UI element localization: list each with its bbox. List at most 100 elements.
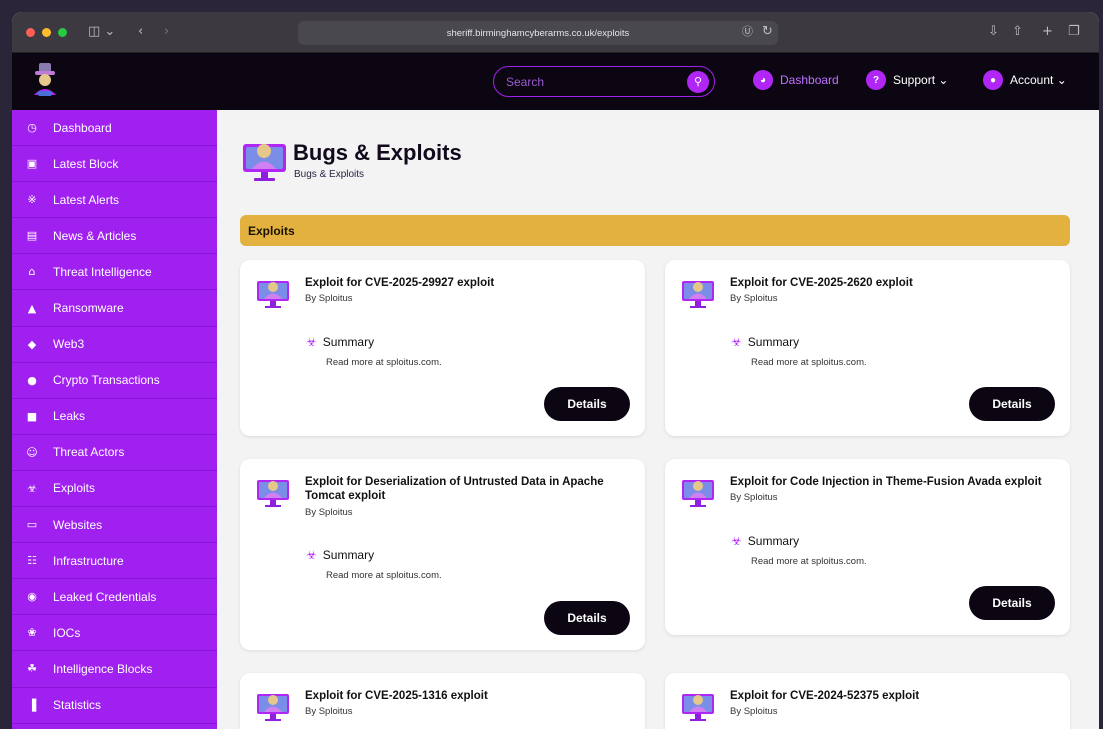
sidebar-item-label: Ransomware bbox=[53, 301, 124, 316]
sidebar-item-leaked-credentials[interactable]: ◉ Leaked Credentials bbox=[12, 579, 217, 616]
summary-text: Read more at sploitus.com. bbox=[326, 570, 442, 581]
sidebar-item-ransomware[interactable]: ▲ Ransomware bbox=[12, 290, 217, 327]
url-text: sheriff.birminghamcyberarms.co.uk/exploi… bbox=[446, 27, 630, 39]
sidebar-item-intelligence-blocks[interactable]: ☘ Intelligence Blocks bbox=[12, 651, 217, 688]
nav-dashboard-label: Dashboard bbox=[780, 73, 839, 87]
sidebar-item-label: Threat Intelligence bbox=[53, 264, 152, 279]
sidebar-item-threat-intelligence[interactable]: ⌂ Threat Intelligence bbox=[12, 254, 217, 291]
sidebar-icon: ☷ bbox=[27, 554, 37, 568]
sidebar-item-exploits[interactable]: ☣ Exploits bbox=[12, 471, 217, 508]
sidebar-icon: ▲ bbox=[27, 301, 37, 315]
help-icon: ? bbox=[866, 70, 886, 90]
sidebar-item-websites[interactable]: ▭ Websites bbox=[12, 507, 217, 544]
exploit-card-title[interactable]: Exploit for Deserialization of Untrusted… bbox=[305, 475, 630, 503]
search-input[interactable]: Search bbox=[506, 75, 687, 89]
sidebar-item-dashboard[interactable]: ◷ Dashboard bbox=[12, 110, 217, 147]
sidebar-item-label: Websites bbox=[53, 517, 103, 532]
sidebar-item-web3[interactable]: ◆ Web3 bbox=[12, 327, 217, 363]
app-header: Search ⚲ ◕ Dashboard ? Support ⌄ ● Accou… bbox=[12, 53, 1099, 110]
nav-account[interactable]: ● Account ⌄ bbox=[983, 70, 1067, 90]
details-button[interactable]: Details bbox=[969, 387, 1055, 421]
search-bar[interactable]: Search ⚲ bbox=[493, 66, 715, 97]
sidebar-item-label: Crypto Transactions bbox=[53, 373, 160, 388]
sidebar-icon: ※ bbox=[27, 193, 37, 207]
sidebar-item-news-articles[interactable]: ▤ News & Articles bbox=[12, 218, 217, 255]
sidebar-item-crypto-transactions[interactable]: ● Crypto Transactions bbox=[12, 363, 217, 399]
summary-label: Summary bbox=[322, 335, 375, 349]
window-controls bbox=[26, 27, 67, 37]
close-window-button[interactable] bbox=[26, 27, 35, 37]
exploit-card-title[interactable]: Exploit for CVE-2025-29927 exploit bbox=[305, 276, 630, 290]
details-button[interactable]: Details bbox=[969, 586, 1055, 620]
page-monitor-icon bbox=[243, 144, 286, 181]
exploit-card[interactable]: Exploit for CVE-2024-52375 exploit By Spl… bbox=[665, 673, 1070, 729]
sidebar-item-label: Leaks bbox=[53, 409, 86, 424]
summary-heading: ☣ Summary bbox=[731, 335, 799, 349]
exploit-card[interactable]: Exploit for CVE-2025-1316 exploit By Splo… bbox=[240, 673, 645, 729]
sidebar: ◷ Dashboard ▣ Latest Block ※ Latest Alerts ▤ Ne… bbox=[12, 110, 217, 729]
main-content: Bugs & Exploits Bugs & Exploits Exploits… bbox=[217, 110, 1099, 729]
nav-support[interactable]: ? Support ⌄ bbox=[866, 70, 948, 90]
biohazard-icon: ☣ bbox=[731, 534, 742, 548]
new-tab-icon[interactable]: + bbox=[1042, 24, 1053, 40]
breadcrumb[interactable]: Bugs & Exploits bbox=[294, 169, 364, 180]
exploit-card-title[interactable]: Exploit for CVE-2025-1316 exploit bbox=[305, 689, 630, 703]
sidebar-item-label: Infrastructure bbox=[53, 553, 124, 568]
exploit-monitor-icon bbox=[256, 691, 290, 723]
sidebar-item-leaks[interactable]: ■ Leaks bbox=[12, 399, 217, 435]
app-body: ◷ Dashboard ▣ Latest Block ※ Latest Alerts ▤ Ne… bbox=[12, 110, 1099, 729]
exploit-monitor-icon bbox=[681, 477, 715, 509]
sidebar-item-latest-alerts[interactable]: ※ Latest Alerts bbox=[12, 182, 217, 219]
forward-icon[interactable]: › bbox=[164, 24, 169, 40]
zoom-window-button[interactable] bbox=[58, 27, 67, 37]
sidebar-item-statistics[interactable]: ▐ Statistics bbox=[12, 688, 217, 724]
details-button[interactable]: Details bbox=[544, 387, 630, 421]
exploit-card[interactable]: Exploit for CVE-2025-29927 exploit By Spl… bbox=[240, 260, 645, 436]
exploit-monitor-icon bbox=[256, 278, 290, 310]
sidebar-icon: ☣ bbox=[27, 481, 37, 495]
nav-account-label: Account ⌄ bbox=[1010, 73, 1067, 87]
sidebar-icon: ● bbox=[27, 373, 37, 387]
user-icon: ● bbox=[983, 70, 1003, 90]
sidebar-icon: ❀ bbox=[27, 626, 37, 640]
sidebar-item-iocs[interactable]: ❀ IOCs bbox=[12, 615, 217, 652]
details-button[interactable]: Details bbox=[544, 601, 630, 635]
download-icon[interactable]: ⇩ bbox=[988, 24, 999, 40]
address-bar[interactable]: sheriff.birminghamcyberarms.co.uk/exploi… bbox=[298, 21, 778, 45]
sidebar-item-label: Dashboard bbox=[53, 120, 112, 135]
search-icon[interactable]: ⚲ bbox=[687, 70, 709, 93]
sidebar-icon: ☺ bbox=[26, 445, 38, 459]
sidebar-item-latest-block[interactable]: ▣ Latest Block bbox=[12, 146, 217, 183]
exploit-card-title[interactable]: Exploit for CVE-2025-2620 exploit bbox=[730, 276, 1055, 290]
sheriff-logo-icon[interactable] bbox=[30, 61, 60, 99]
translate-icon[interactable]: Ⓤ bbox=[742, 24, 753, 40]
nav-dashboard[interactable]: ◕ Dashboard bbox=[753, 70, 839, 90]
exploit-card[interactable]: Exploit for CVE-2025-2620 exploit By Splo… bbox=[665, 260, 1070, 436]
exploit-card-title[interactable]: Exploit for Code Injection in Theme-Fusi… bbox=[730, 475, 1055, 489]
sidebar-item-threat-actors[interactable]: ☺ Threat Actors bbox=[12, 435, 217, 471]
share-icon[interactable]: ⇧ bbox=[1012, 24, 1023, 40]
browser-window: ◫ ⌄ ‹ › ⛨ ▤ sheriff.birminghamcyberarms.… bbox=[12, 12, 1099, 729]
exploit-card-author: By Sploitus bbox=[730, 492, 778, 503]
sidebar-icon: ▣ bbox=[26, 157, 38, 171]
reload-icon[interactable]: ↻ bbox=[762, 24, 773, 40]
summary-heading: ☣ Summary bbox=[731, 534, 799, 548]
exploit-monitor-icon bbox=[681, 691, 715, 723]
exploit-card-title[interactable]: Exploit for CVE-2024-52375 exploit bbox=[730, 689, 1055, 703]
exploit-card-author: By Sploitus bbox=[730, 706, 778, 717]
sidebar-toggle-icon[interactable]: ◫ ⌄ bbox=[88, 24, 115, 40]
sidebar-item-label: Leaked Credentials bbox=[53, 589, 157, 604]
back-icon[interactable]: ‹ bbox=[138, 24, 143, 40]
exploit-card-author: By Sploitus bbox=[305, 507, 353, 518]
tab-overview-icon[interactable]: ❐ bbox=[1068, 24, 1080, 40]
sidebar-icon: ▐ bbox=[27, 698, 37, 712]
sidebar-icon: ◆ bbox=[27, 337, 37, 351]
exploit-card[interactable]: Exploit for Code Injection in Theme-Fusi… bbox=[665, 459, 1070, 635]
sidebar-item-label: Latest Alerts bbox=[53, 192, 120, 207]
minimize-window-button[interactable] bbox=[42, 27, 51, 37]
exploit-card[interactable]: Exploit for Deserialization of Untrusted… bbox=[240, 459, 645, 650]
sidebar-icon: ◷ bbox=[27, 121, 37, 135]
biohazard-icon: ☣ bbox=[306, 335, 317, 349]
sidebar-item-infrastructure[interactable]: ☷ Infrastructure bbox=[12, 543, 217, 580]
exploit-monitor-icon bbox=[681, 278, 715, 310]
